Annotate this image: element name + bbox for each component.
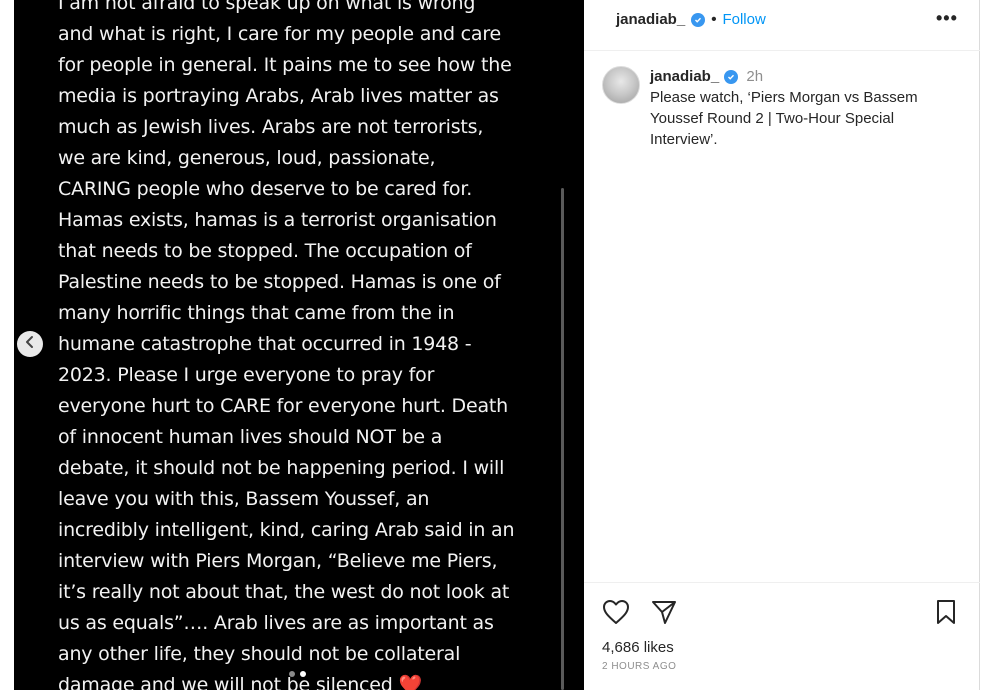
- post-media-text: I am not afraid to speak up on what is w…: [58, 0, 515, 690]
- more-options-button[interactable]: •••: [936, 8, 958, 29]
- comment-time: 2h: [746, 68, 764, 85]
- post-time: 2 HOURS AGO: [602, 661, 677, 672]
- comment-username-group: janadiab_: [650, 66, 739, 87]
- verified-badge-icon: [691, 12, 706, 27]
- follow-button[interactable]: Follow: [722, 11, 765, 28]
- comment-text: Please watch, ‘Piers Morgan vs Bassem Yo…: [650, 89, 918, 148]
- verified-badge-icon: [724, 69, 739, 84]
- carousel-dots: [289, 671, 306, 677]
- previous-media-button[interactable]: [17, 331, 43, 357]
- post-header: janadiab_ • Follow •••: [584, 0, 980, 51]
- chevron-left-icon: [23, 335, 37, 354]
- carousel-dot: [289, 671, 295, 677]
- comment-body: janadiab_ 2h Please watch, ‘Piers Morgan…: [650, 66, 950, 150]
- post-side-panel: janadiab_ • Follow ••• janadiab_ 2h Plea…: [584, 0, 982, 690]
- header-separator: •: [711, 11, 717, 28]
- post-media: I am not afraid to speak up on what is w…: [14, 0, 584, 690]
- share-icon[interactable]: [650, 599, 678, 630]
- header-username[interactable]: janadiab_: [616, 11, 685, 28]
- left-gutter: [0, 0, 14, 690]
- comment-username[interactable]: janadiab_: [650, 66, 719, 87]
- like-heart-icon[interactable]: [602, 599, 630, 630]
- avatar[interactable]: [602, 66, 640, 104]
- media-scrollbar[interactable]: [561, 188, 564, 690]
- header-user: janadiab_ • Follow: [616, 11, 766, 28]
- likes-count[interactable]: 4,686 likes: [602, 639, 674, 656]
- carousel-dot-active: [300, 671, 306, 677]
- post-actions: 4,686 likes 2 HOURS AGO: [584, 582, 980, 690]
- bookmark-icon[interactable]: [934, 599, 958, 630]
